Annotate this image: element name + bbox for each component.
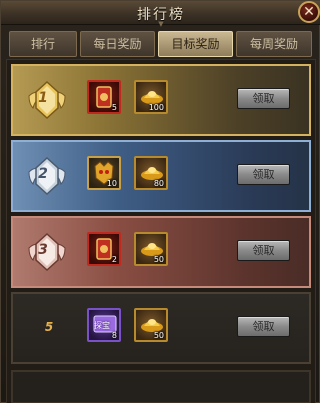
rank-number: 5 (44, 320, 54, 334)
title-decoration-icon: ▼ (158, 20, 164, 28)
item-count: 10 (106, 179, 117, 188)
next-row-partial (11, 370, 311, 403)
item-count: 2 (111, 255, 117, 264)
item-count: 100 (148, 103, 164, 112)
claim-button[interactable]: 领取 (237, 164, 290, 185)
claim-button[interactable]: 领取 (237, 88, 290, 109)
reward-item-slot[interactable]: 100 (134, 80, 168, 114)
tab-target-reward[interactable]: 目标奖励 (158, 31, 233, 57)
claim-button[interactable]: 领取 (237, 316, 290, 337)
reward-item-slot[interactable]: 5 (87, 80, 121, 114)
reward-item-slot[interactable]: 2 (87, 232, 121, 266)
item-count: 5 (111, 103, 117, 112)
reward-item-slot[interactable]: 探宝 8 (87, 308, 121, 342)
item-count: 80 (153, 179, 164, 188)
reward-item-slot[interactable]: 80 (134, 156, 168, 190)
close-button[interactable]: ✕ (298, 1, 320, 23)
reward-row-rank-5: 5 探宝 8 50 领取 (11, 292, 311, 364)
reward-item-slot[interactable]: 50 (134, 308, 168, 342)
reward-row-rank-1: 1 5 100 领取 (11, 64, 311, 136)
tab-daily-reward[interactable]: 每日奖励 (80, 31, 155, 57)
tab-weekly-reward[interactable]: 每周奖励 (236, 31, 312, 57)
reward-item-slot[interactable]: 10 (87, 156, 121, 190)
item-count: 8 (111, 331, 117, 340)
ranking-window: 排行榜 ✕ ▼ 排行 每日奖励 目标奖励 每周奖励 1 5 100 领取 2 1… (0, 0, 320, 403)
tab-bar: 排行 每日奖励 目标奖励 每周奖励 (9, 31, 313, 57)
rank-number: 1 (38, 90, 48, 106)
tab-ranking[interactable]: 排行 (9, 31, 77, 57)
reward-item-slot[interactable]: 50 (134, 232, 168, 266)
claim-button[interactable]: 领取 (237, 240, 290, 261)
rank-number: 2 (38, 166, 48, 182)
item-count: 50 (153, 255, 164, 264)
reward-row-rank-3: 3 2 50 领取 (11, 216, 311, 288)
ticket-label: 探宝 (94, 321, 110, 330)
rank-number: 3 (38, 242, 48, 258)
item-count: 50 (153, 331, 164, 340)
reward-row-rank-2: 2 10 80 领取 (11, 140, 311, 212)
